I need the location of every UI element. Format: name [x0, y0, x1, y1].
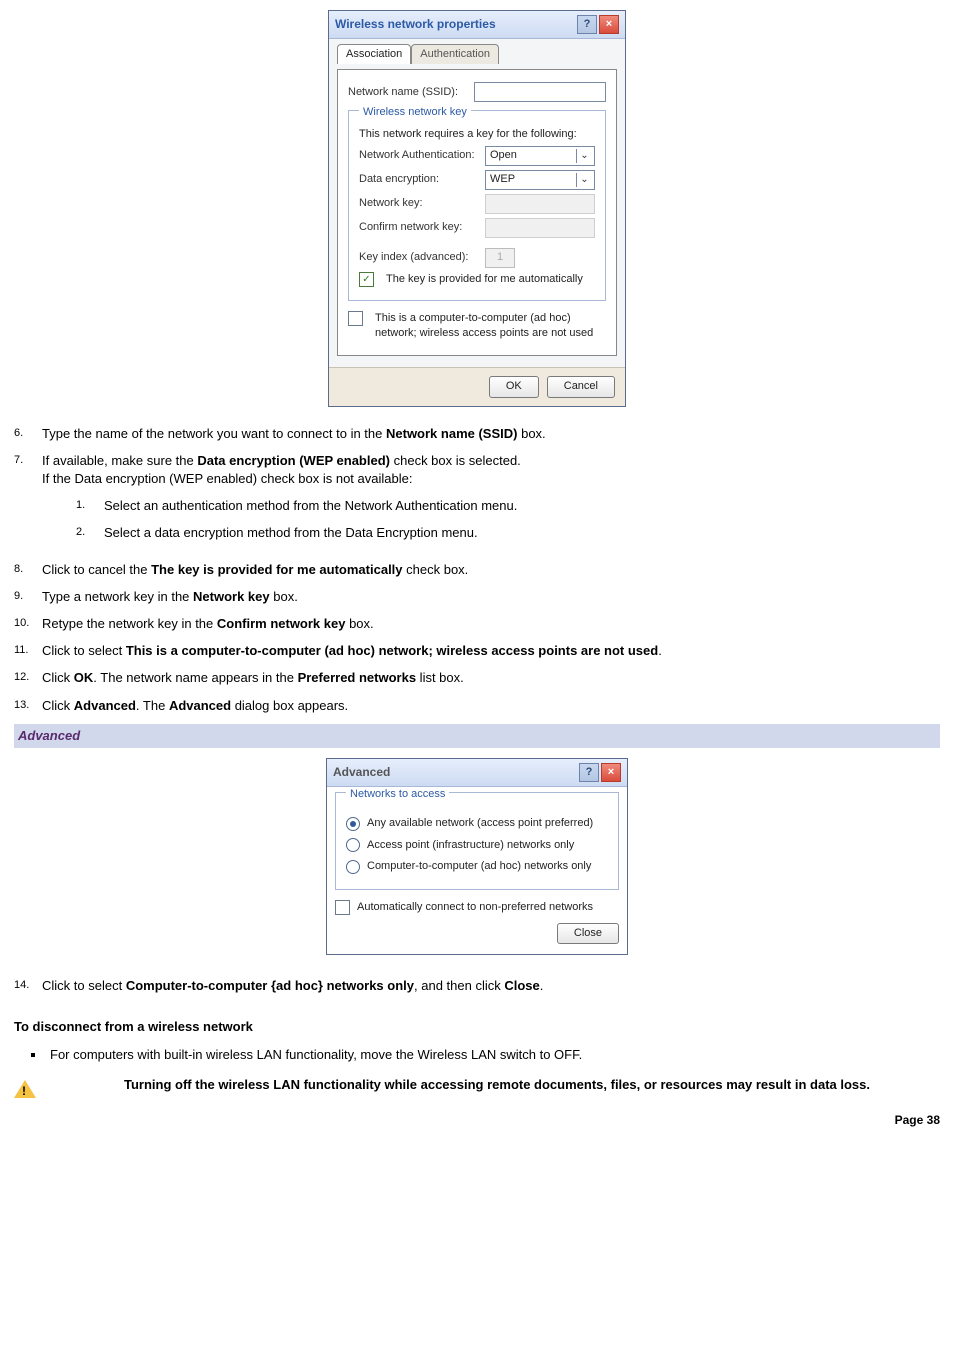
step-number: 8.: [14, 561, 42, 579]
disconnect-heading: To disconnect from a wireless network: [14, 1018, 940, 1036]
step-text: Click to select This is a computer-to-co…: [42, 642, 662, 660]
chevron-down-icon: ⌄: [576, 149, 592, 163]
substep-number: 1.: [76, 497, 104, 515]
substep-text: Select a data encryption method from the…: [104, 524, 478, 542]
step-text: If available, make sure the Data encrypt…: [42, 452, 521, 552]
radio-adhoc-only[interactable]: [346, 860, 360, 874]
step-text: Type the name of the network you want to…: [42, 425, 546, 443]
auto-connect-label: Automatically connect to non-preferred n…: [357, 900, 593, 915]
step-text: Click to cancel the The key is provided …: [42, 561, 468, 579]
step-number: 9.: [14, 588, 42, 606]
warning-icon: [14, 1080, 34, 1098]
radio-label: Computer-to-computer (ad hoc) networks o…: [367, 859, 591, 874]
substep-text: Select an authentication method from the…: [104, 497, 517, 515]
auto-key-label: The key is provided for me automatically: [386, 272, 583, 287]
close-button[interactable]: Close: [557, 923, 619, 944]
radio-any-network[interactable]: [346, 817, 360, 831]
keyindex-stepper: 1: [485, 248, 515, 268]
networks-access-groupbox-title: Networks to access: [346, 787, 449, 802]
auth-dropdown[interactable]: Open ⌄: [485, 146, 595, 166]
ssid-label: Network name (SSID):: [348, 85, 468, 100]
step-number: 7.: [14, 452, 42, 552]
cancel-button[interactable]: Cancel: [547, 376, 615, 397]
radio-label: Access point (infrastructure) networks o…: [367, 838, 574, 853]
radio-infrastructure-only[interactable]: [346, 838, 360, 852]
ok-button[interactable]: OK: [489, 376, 539, 397]
netkey-label: Network key:: [359, 196, 479, 211]
close-icon[interactable]: ×: [601, 763, 621, 782]
ssid-input[interactable]: [474, 82, 606, 102]
keyindex-label: Key index (advanced):: [359, 250, 479, 265]
dialog-titlebar: Advanced ? ×: [327, 759, 627, 787]
auth-label: Network Authentication:: [359, 148, 479, 163]
step-number: 13.: [14, 697, 42, 715]
step-text: Click OK. The network name appears in th…: [42, 669, 464, 687]
advanced-heading: Advanced: [14, 724, 940, 748]
wireless-key-desc: This network requires a key for the foll…: [359, 127, 595, 142]
advanced-dialog: Advanced ? × Networks to access Any avai…: [326, 758, 628, 955]
warning-text: Turning off the wireless LAN functionali…: [14, 1077, 870, 1092]
adhoc-checkbox[interactable]: ✓: [348, 311, 363, 326]
confirm-netkey-input: [485, 218, 595, 238]
step-number: 10.: [14, 615, 42, 633]
tab-association[interactable]: Association: [337, 44, 411, 64]
wireless-key-groupbox-title: Wireless network key: [359, 105, 471, 120]
chevron-down-icon: ⌄: [576, 173, 592, 187]
step-text: Type a network key in the Network key bo…: [42, 588, 298, 606]
disconnect-bullet: For computers with built-in wireless LAN…: [46, 1046, 940, 1064]
dialog-title-text: Advanced: [333, 764, 390, 781]
radio-label: Any available network (access point pref…: [367, 816, 593, 831]
step-text: Retype the network key in the Confirm ne…: [42, 615, 374, 633]
page-number: Page 38: [14, 1112, 940, 1129]
step-text: Click Advanced. The Advanced dialog box …: [42, 697, 348, 715]
dialog-titlebar: Wireless network properties ? ×: [329, 11, 625, 39]
step-number: 11.: [14, 642, 42, 660]
dialog-title-text: Wireless network properties: [335, 16, 496, 33]
step-text: Click to select Computer-to-computer {ad…: [42, 977, 543, 995]
close-icon[interactable]: ×: [599, 15, 619, 34]
help-icon[interactable]: ?: [579, 763, 599, 782]
auth-value: Open: [490, 148, 517, 163]
step-number: 6.: [14, 425, 42, 443]
step-number: 12.: [14, 669, 42, 687]
step-number: 14.: [14, 977, 42, 995]
confirm-netkey-label: Confirm network key:: [359, 220, 479, 235]
enc-label: Data encryption:: [359, 172, 479, 187]
enc-value: WEP: [490, 172, 515, 187]
auto-key-checkbox[interactable]: ✓: [359, 272, 374, 287]
enc-dropdown[interactable]: WEP ⌄: [485, 170, 595, 190]
adhoc-label: This is a computer-to-computer (ad hoc) …: [375, 311, 606, 342]
tab-authentication[interactable]: Authentication: [411, 44, 499, 64]
wireless-properties-dialog: Wireless network properties ? × Associat…: [328, 10, 626, 407]
netkey-input: [485, 194, 595, 214]
auto-connect-checkbox[interactable]: [335, 900, 350, 915]
help-icon[interactable]: ?: [577, 15, 597, 34]
substep-number: 2.: [76, 524, 104, 542]
